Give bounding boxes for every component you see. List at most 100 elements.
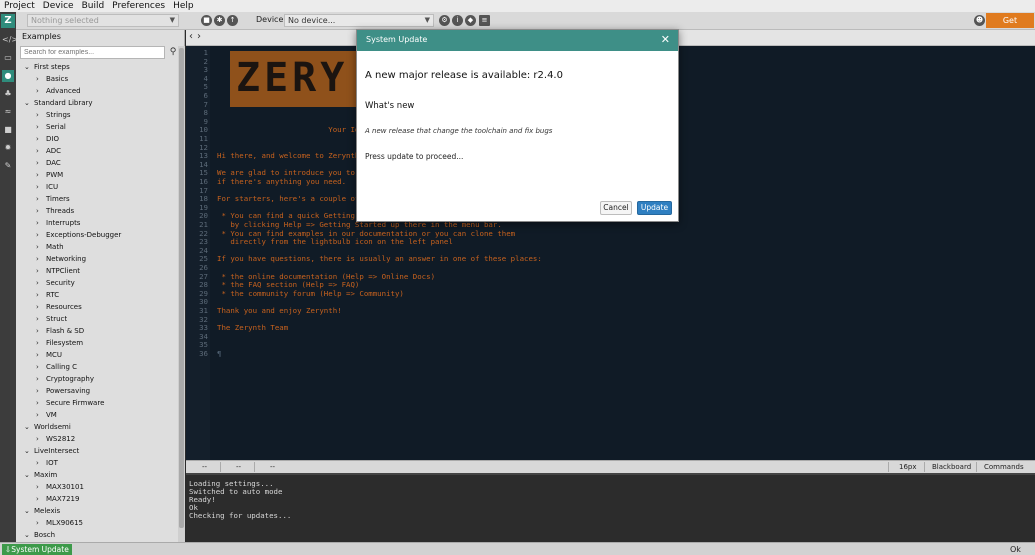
package-icon[interactable]: ♣ [2, 88, 14, 100]
menu-preferences[interactable]: Preferences [108, 1, 169, 11]
device-console-button[interactable]: ≡ [479, 15, 490, 26]
chevron-down-icon: ⌄ [24, 63, 30, 71]
tree-item[interactable]: › VM [36, 409, 57, 421]
chevron-down-icon: ⌄ [24, 471, 30, 479]
font-size-select[interactable]: 16px [899, 461, 917, 473]
tree-item-label: VM [46, 411, 57, 419]
tree-item[interactable]: ⌄ Standard Library [24, 97, 93, 109]
tree-item[interactable]: › Cryptography [36, 373, 94, 385]
code-line: * the community forum (Help => Community… [217, 288, 404, 298]
tree-item[interactable]: › Timers [36, 193, 70, 205]
line-number: 11 [199, 134, 208, 143]
folder-icon[interactable]: ▭ [2, 52, 14, 64]
tree-item-label: Serial [46, 123, 66, 131]
system-update-button[interactable]: ⇩System Update [2, 544, 72, 555]
chevron-right-icon: › [36, 75, 39, 83]
tree-item[interactable]: ⌄ LiveIntersect [24, 445, 79, 457]
chip-icon[interactable]: ■ [2, 124, 14, 136]
tree-item[interactable]: ⌄ First steps [24, 61, 70, 73]
rss-icon[interactable]: ≈ [2, 106, 14, 118]
tree-item[interactable]: › ADC [36, 145, 61, 157]
device-select[interactable]: No device... ▼ [284, 14, 434, 27]
line-number: 1 [203, 48, 208, 57]
wrench-icon[interactable]: ✎ [2, 160, 14, 172]
tree-item[interactable]: › IOT [36, 457, 58, 469]
chevron-right-icon[interactable]: › [197, 31, 201, 42]
menu-project[interactable]: Project [0, 1, 39, 11]
menu-help[interactable]: Help [169, 1, 198, 11]
device-uplink-button[interactable]: ⚙ [439, 15, 450, 26]
tree-item[interactable]: › WS2812 [36, 433, 75, 445]
tree-item[interactable]: › Strings [36, 109, 71, 121]
theme-select[interactable]: Blackboard [932, 461, 971, 473]
tree-item[interactable]: › Filesystem [36, 337, 83, 349]
lightbulb-icon[interactable]: ● [2, 70, 14, 82]
device-info-button[interactable]: i [452, 15, 463, 26]
upload-button[interactable]: ↑ [227, 15, 238, 26]
line-number: 16 [199, 177, 208, 186]
tree-item[interactable]: › Networking [36, 253, 86, 265]
tree-item[interactable]: › Math [36, 241, 64, 253]
chevron-left-icon[interactable]: ‹ [189, 31, 193, 42]
examples-scrollbar[interactable] [178, 46, 185, 542]
chevron-right-icon: › [36, 267, 39, 275]
code-line: If you have questions, there is usually … [217, 254, 542, 264]
tree-item[interactable]: › RTC [36, 289, 59, 301]
scrollbar-thumb[interactable] [179, 48, 184, 528]
tree-item[interactable]: › Exceptions-Debugger [36, 229, 121, 241]
tree-item[interactable]: › MAX7219 [36, 493, 79, 505]
examples-search-input[interactable] [20, 46, 165, 59]
tree-item[interactable]: ⌄ Bosch [24, 529, 55, 541]
tree-item[interactable]: › Serial [36, 121, 66, 133]
mode-select[interactable]: Commands [984, 461, 1024, 473]
tree-item[interactable]: › Resources [36, 301, 82, 313]
user-icon: ☻ [975, 16, 984, 24]
tree-item[interactable]: ⌄ Melexis [24, 505, 60, 517]
tree-item[interactable]: › ICU [36, 181, 58, 193]
tree-item[interactable]: › Struct [36, 313, 67, 325]
gear-icon[interactable]: ✹ [2, 142, 14, 154]
tree-item[interactable]: › Security [36, 277, 75, 289]
tree-item[interactable]: › Threads [36, 205, 74, 217]
dialog-header: System Update ✕ [357, 30, 678, 51]
update-button[interactable]: Update [637, 201, 672, 215]
device-virtualize-button[interactable]: ◆ [465, 15, 476, 26]
tree-item[interactable]: › PWM [36, 169, 63, 181]
line-number: 36 [199, 349, 208, 358]
tree-item[interactable]: › MAX30101 [36, 481, 84, 493]
cancel-button[interactable]: Cancel [600, 201, 632, 215]
ascii-banner: ZERY [236, 55, 349, 101]
tree-item[interactable]: › Advanced [36, 85, 81, 97]
chevron-right-icon: › [36, 255, 39, 263]
account-button[interactable]: ☻ [974, 15, 985, 26]
get-licenses-button[interactable]: Get Licenses [986, 13, 1034, 40]
tree-item[interactable]: ⌄ Maxim [24, 469, 57, 481]
tree-item[interactable]: › Powersaving [36, 385, 90, 397]
tree-item[interactable]: › NTPClient [36, 265, 80, 277]
tree-item[interactable]: › Calling C [36, 361, 77, 373]
project-select[interactable]: Nothing selected ▼ [27, 14, 179, 27]
tree-item[interactable]: › Flash & SD [36, 325, 84, 337]
tree-item[interactable]: › Interrupts [36, 217, 80, 229]
search-icon[interactable]: ⚲ [168, 46, 178, 59]
tree-item[interactable]: › DIO [36, 133, 59, 145]
tree-item[interactable]: ⌄ Worldsemi [24, 421, 71, 433]
device-label: Device: [256, 15, 287, 24]
tree-item[interactable]: › DAC [36, 157, 61, 169]
status-bar: ⇩System Update Ok [0, 542, 1035, 555]
tree-item[interactable]: › Secure Firmware [36, 397, 104, 409]
tree-item[interactable]: › Basics [36, 73, 68, 85]
tree-item-label: DAC [46, 159, 61, 167]
whats-new-heading: What's new [365, 101, 415, 111]
tree-item-label: DIO [46, 135, 59, 143]
menu-device[interactable]: Device [39, 1, 78, 11]
stop-button[interactable]: ■ [201, 15, 212, 26]
tree-item[interactable]: › MLX90615 [36, 517, 83, 529]
menu-build[interactable]: Build [78, 1, 109, 11]
status-text: Ok [1010, 545, 1021, 554]
settings-button[interactable]: ✱ [214, 15, 225, 26]
code-icon[interactable]: </> [2, 34, 18, 46]
tree-item[interactable]: › MCU [36, 349, 62, 361]
chevron-down-icon: ⌄ [24, 507, 30, 515]
close-icon[interactable]: ✕ [661, 33, 670, 47]
